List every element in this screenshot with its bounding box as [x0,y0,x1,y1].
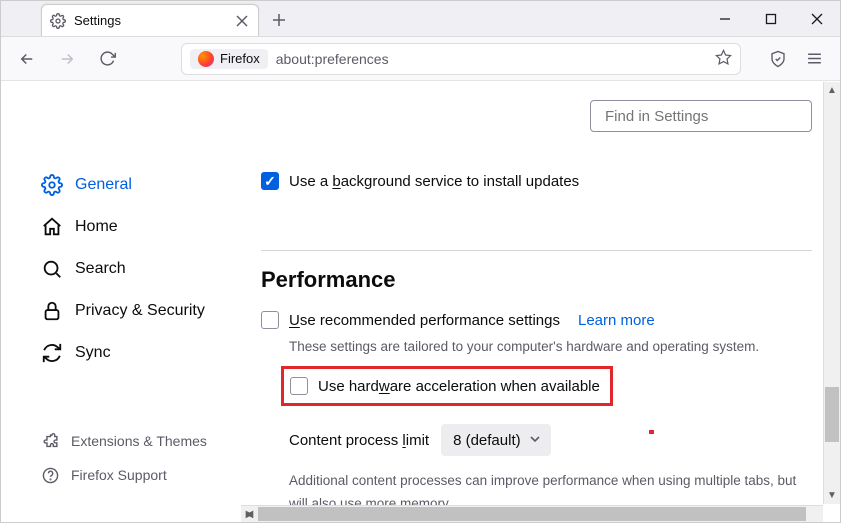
learn-more-link[interactable]: Learn more [578,312,655,329]
search-icon [41,258,63,280]
horizontal-scrollbar[interactable]: ◀ ▶ [241,505,823,522]
new-tab-button[interactable] [265,6,293,34]
protections-shield-button[interactable] [762,43,794,75]
sidebar-item-home[interactable]: Home [35,206,231,248]
horizontal-scroll-thumb[interactable] [258,507,806,521]
sidebar: General Home Search Privacy & Security [1,82,231,492]
toolbar: Firefox about:preferences [1,37,840,81]
puzzle-icon [41,432,59,450]
sidebar-item-label: General [75,176,132,194]
maximize-button[interactable] [748,1,794,37]
forward-button[interactable] [51,43,83,75]
process-limit-select[interactable]: 8 (default) [441,424,551,456]
sidebar-item-privacy[interactable]: Privacy & Security [35,290,231,332]
recommended-settings-checkbox[interactable] [261,311,279,329]
background-service-label: Use a background service to install upda… [289,173,579,190]
scroll-up-arrow[interactable]: ▲ [824,82,840,99]
vertical-scrollbar[interactable]: ▲ ▼ [823,82,840,504]
background-service-checkbox-row[interactable]: Use a background service to install upda… [261,172,812,190]
background-service-checkbox[interactable] [261,172,279,190]
recommended-settings-label: Use recommended performance settings [289,312,560,329]
scroll-right-arrow[interactable]: ▶ [241,506,258,523]
process-limit-value: 8 (default) [453,432,521,449]
identity-label: Firefox [220,51,260,66]
process-limit-label: Content process limit [289,432,429,449]
minimize-button[interactable] [702,1,748,37]
gear-icon [50,13,66,29]
window-controls [702,1,840,37]
settings-main: Use a background service to install upda… [261,164,812,502]
url-bar[interactable]: Firefox about:preferences [181,43,741,75]
recommended-settings-row[interactable]: Use recommended performance settings Lea… [261,311,812,329]
annotation-dot [649,430,654,434]
performance-heading: Performance [261,267,812,293]
content-area: General Home Search Privacy & Security [1,82,840,522]
url-text: about:preferences [276,51,389,67]
sidebar-item-label: Home [75,218,118,236]
sidebar-item-label: Firefox Support [71,467,167,483]
reload-button[interactable] [91,43,123,75]
hw-accel-row[interactable]: Use hardware acceleration when available [290,377,600,395]
sidebar-item-label: Sync [75,344,111,362]
sidebar-item-label: Privacy & Security [75,302,205,320]
sidebar-item-label: Search [75,260,126,278]
sidebar-item-search[interactable]: Search [35,248,231,290]
firefox-logo-icon [198,51,214,67]
chevron-down-icon [529,432,541,449]
find-in-settings-input[interactable] [590,100,812,132]
lock-icon [41,300,63,322]
sidebar-item-extensions[interactable]: Extensions & Themes [35,424,231,458]
tab-strip: Settings [1,1,293,36]
tab-label: Settings [74,13,226,28]
tab-settings[interactable]: Settings [41,4,259,36]
back-button[interactable] [11,43,43,75]
find-in-settings-field[interactable] [605,108,804,125]
scroll-down-arrow[interactable]: ▼ [824,487,840,504]
hw-accel-checkbox[interactable] [290,377,308,395]
vertical-scroll-thumb[interactable] [825,387,839,442]
sync-icon [41,342,63,364]
identity-box[interactable]: Firefox [190,49,268,69]
bookmark-star-button[interactable] [715,49,732,69]
hw-accel-label: Use hardware acceleration when available [318,378,600,395]
close-tab-button[interactable] [234,13,250,29]
section-divider [261,250,812,251]
sidebar-item-label: Extensions & Themes [71,433,207,449]
gear-icon [41,174,63,196]
title-bar: Settings [1,1,840,37]
app-menu-button[interactable] [798,43,830,75]
hw-accel-highlight: Use hardware acceleration when available [281,366,613,406]
tailored-note: These settings are tailored to your comp… [289,339,812,354]
sidebar-item-sync[interactable]: Sync [35,332,231,374]
sidebar-item-support[interactable]: Firefox Support [35,458,231,492]
home-icon [41,216,63,238]
help-icon [41,466,59,484]
sidebar-item-general[interactable]: General [35,164,231,206]
close-window-button[interactable] [794,1,840,37]
